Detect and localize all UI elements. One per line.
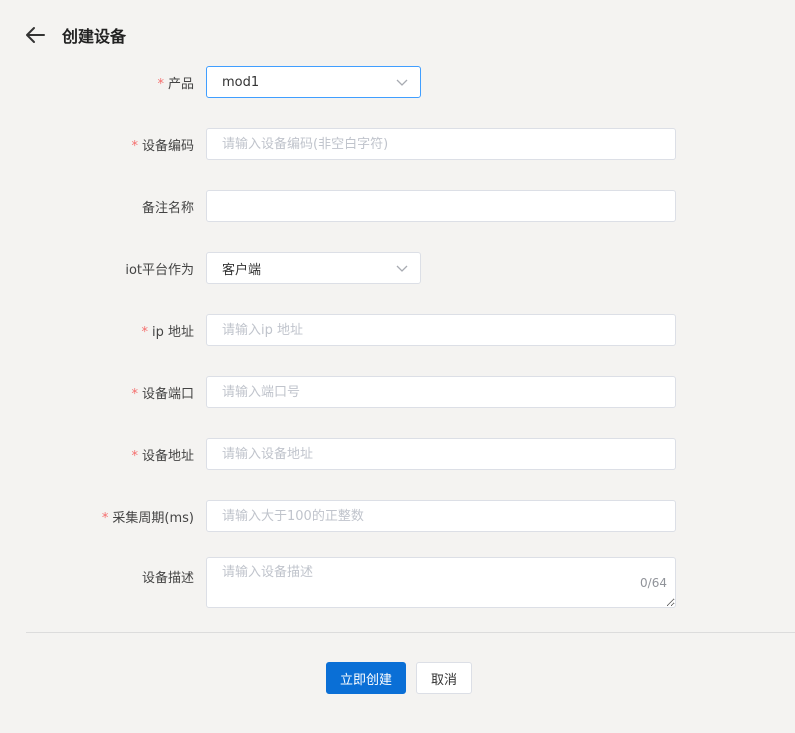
form-row-collect-period: * 采集周期(ms)	[0, 500, 795, 532]
submit-create-button[interactable]: 立即创建	[326, 662, 406, 694]
product-label-text: 产品	[167, 76, 194, 92]
required-mark: *	[131, 138, 138, 154]
form-row-remark-name: 备注名称	[0, 190, 795, 222]
collect-period-input[interactable]	[206, 500, 676, 532]
chevron-down-icon	[396, 79, 408, 86]
description-char-counter: 0/64	[640, 576, 667, 590]
chevron-down-icon	[396, 265, 408, 272]
ip-address-label: * ip 地址	[142, 321, 195, 340]
description-textarea[interactable]	[206, 557, 676, 608]
description-label: 设备描述	[141, 571, 194, 586]
form-row-iot-role: iot平台作为 客户端	[0, 252, 795, 284]
device-port-input[interactable]	[206, 376, 676, 408]
device-address-label: * 设备地址	[131, 445, 194, 464]
form-row-description: 设备描述 0/64	[0, 557, 795, 608]
iot-role-select-value: 客户端	[222, 262, 262, 278]
product-label: * 产品	[157, 73, 194, 92]
device-code-label-text: 设备编码	[141, 138, 194, 154]
remark-name-input[interactable]	[206, 190, 676, 222]
device-code-input[interactable]	[206, 128, 676, 160]
required-mark: *	[101, 510, 109, 526]
device-port-label-text: 设备端口	[141, 386, 194, 402]
page-title: 创建设备	[62, 27, 127, 46]
iot-role-select[interactable]: 客户端	[206, 252, 421, 284]
required-mark: *	[131, 386, 138, 402]
device-address-input[interactable]	[206, 438, 676, 470]
arrow-left-icon[interactable]	[24, 24, 46, 46]
collect-period-label: * 采集周期(ms)	[102, 507, 194, 526]
cancel-button[interactable]: 取消	[416, 662, 472, 694]
device-address-label-text: 设备地址	[141, 448, 194, 464]
page-header: 创建设备	[24, 22, 126, 48]
form-row-device-port: * 设备端口	[0, 376, 795, 408]
form-row-device-code: * 设备编码	[0, 128, 795, 160]
product-select-value: mod1	[222, 74, 260, 90]
remark-name-label: 备注名称	[141, 200, 194, 216]
device-port-label: * 设备端口	[131, 383, 194, 402]
collect-period-label-text: 采集周期(ms)	[112, 510, 194, 526]
form-divider	[26, 632, 795, 633]
product-select[interactable]: mod1	[206, 66, 421, 98]
iot-role-label: iot平台作为	[125, 262, 194, 278]
device-code-label: * 设备编码	[131, 135, 194, 154]
ip-address-input[interactable]	[206, 314, 676, 346]
required-mark: *	[157, 76, 164, 92]
required-mark: *	[141, 324, 149, 340]
form-row-device-address: * 设备地址	[0, 438, 795, 470]
ip-address-label-text: ip 地址	[152, 324, 194, 340]
required-mark: *	[131, 448, 138, 464]
form-row-ip-address: * ip 地址	[0, 314, 795, 346]
form-row-product: * 产品 mod1	[0, 66, 795, 98]
